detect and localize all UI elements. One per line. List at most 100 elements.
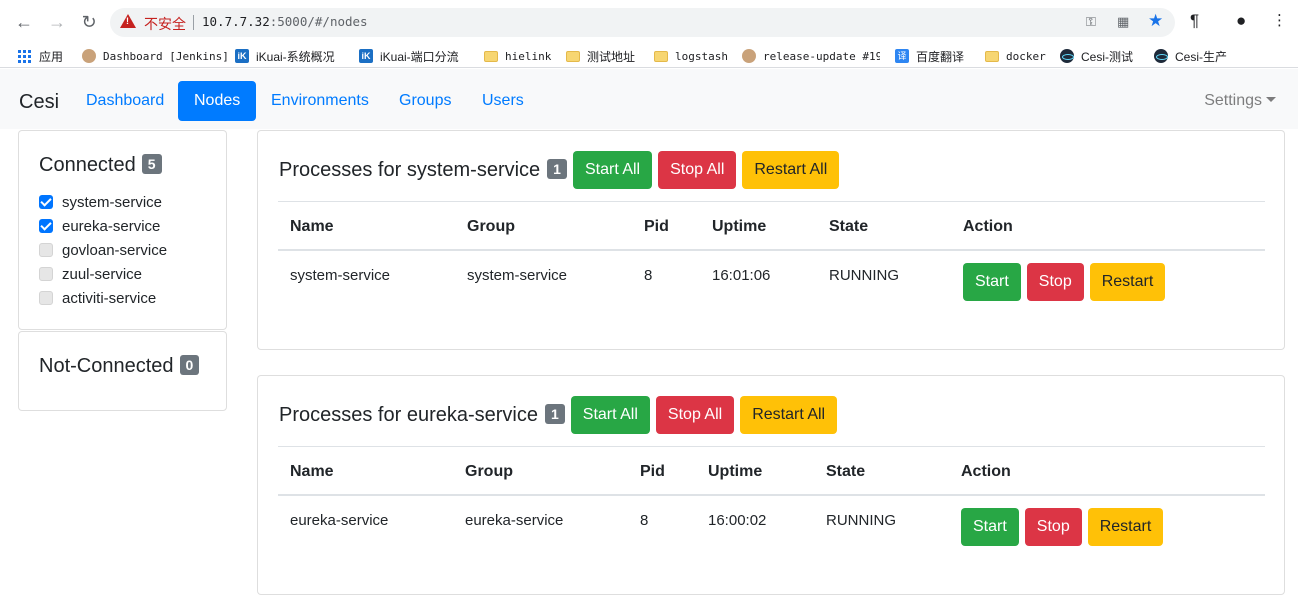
- column-header-group: Group: [467, 218, 515, 235]
- bookmarks-bar: 应用 Dashboard [Jenkins] iK iKuai-系统概况 iK …: [0, 44, 1298, 68]
- bookmark-star-icon[interactable]: ★: [1148, 11, 1163, 31]
- restart-button[interactable]: Restart: [1089, 263, 1166, 301]
- restart-all-button[interactable]: Restart All: [740, 396, 838, 434]
- checkbox-checked[interactable]: [39, 195, 53, 209]
- stop-all-button[interactable]: Stop All: [658, 151, 737, 189]
- bookmark-ikuai-overview[interactable]: iK iKuai-系统概况: [235, 47, 335, 65]
- bookmark-label: docker: [1006, 49, 1046, 63]
- process-card-title: Processes for system-service 1: [279, 158, 573, 182]
- cell-state: RUNNING: [829, 267, 899, 284]
- start-button[interactable]: Start: [961, 508, 1019, 546]
- column-header-state: State: [829, 218, 869, 235]
- column-header-pid: Pid: [640, 463, 665, 480]
- bookmark-cesi-test[interactable]: Cesi-测试: [1060, 47, 1133, 65]
- nav-users[interactable]: Users: [466, 81, 540, 121]
- bookmark-hielink[interactable]: hielink: [484, 47, 551, 65]
- column-header-state: State: [826, 463, 866, 480]
- connected-title: Connected: [39, 154, 136, 176]
- jenkins-avatar-icon: [742, 49, 756, 63]
- column-header-name: Name: [290, 218, 334, 235]
- bookmark-logstash[interactable]: logstash: [654, 47, 728, 65]
- brand-logo[interactable]: Cesi: [19, 91, 59, 114]
- node-checkbox-row[interactable]: activiti-service: [39, 287, 156, 309]
- node-label: eureka-service: [62, 217, 161, 235]
- url-text[interactable]: 10.7.7.32:5000/#/nodes: [202, 14, 368, 29]
- checkbox-unchecked[interactable]: [39, 267, 53, 281]
- node-checkbox-row[interactable]: govloan-service: [39, 239, 167, 261]
- node-checkbox-row[interactable]: eureka-service: [39, 215, 160, 237]
- restart-all-button[interactable]: Restart All: [742, 151, 840, 189]
- checkbox-checked[interactable]: [39, 219, 53, 233]
- ikuai-icon: iK: [235, 49, 249, 63]
- translate-icon: 译: [895, 49, 909, 63]
- process-card-system-service: Processes for system-service 1 Start All …: [257, 130, 1285, 350]
- stop-button[interactable]: Stop: [1024, 508, 1082, 546]
- node-label: activiti-service: [62, 289, 157, 307]
- restart-button[interactable]: Restart: [1087, 508, 1164, 546]
- profile-icon[interactable]: ●: [1236, 11, 1246, 31]
- jenkins-avatar-icon: [82, 49, 96, 63]
- bookmark-cesi-prod[interactable]: Cesi-生产: [1154, 47, 1227, 65]
- cell-pid: 8: [640, 512, 649, 529]
- nav-dashboard[interactable]: Dashboard: [70, 81, 180, 121]
- node-checkbox-row[interactable]: zuul-service: [39, 263, 142, 285]
- row-actions: Start Stop Restart: [963, 263, 1171, 301]
- bookmark-label: Dashboard [Jenkins]: [103, 49, 229, 63]
- bookmark-jenkins[interactable]: Dashboard [Jenkins]: [82, 47, 229, 65]
- nav-groups[interactable]: Groups: [383, 81, 467, 121]
- bookmark-release-update[interactable]: release-update #192: [742, 47, 880, 65]
- table-row: system-service system-service 8 16:01:06…: [278, 251, 1265, 311]
- checkbox-unchecked[interactable]: [39, 291, 53, 305]
- cell-name: eureka-service: [290, 512, 389, 529]
- node-checkbox-row[interactable]: system-service: [39, 191, 162, 213]
- bookmark-ikuai-ports[interactable]: iK iKuai-端口分流: [359, 47, 459, 65]
- column-header-uptime: Uptime: [712, 218, 767, 235]
- bookmark-label: logstash: [675, 49, 728, 63]
- key-icon[interactable]: ⚿: [1086, 14, 1096, 30]
- bookmark-test-address[interactable]: 测试地址: [566, 47, 635, 65]
- node-label: govloan-service: [62, 241, 168, 259]
- bookmark-docker[interactable]: docker: [985, 47, 1046, 65]
- bookmark-baidu-translate[interactable]: 译 百度翻译: [895, 47, 964, 65]
- process-card-header: Processes for system-service 1 Start All …: [279, 151, 845, 189]
- divider: [193, 15, 194, 30]
- caret-down-icon: [1266, 97, 1276, 102]
- bookmark-label: Cesi-生产: [1175, 49, 1228, 64]
- process-table: Name Group Pid Uptime State Action eurek…: [278, 446, 1265, 556]
- extension-icon[interactable]: ¶: [1190, 11, 1199, 31]
- nav-nodes[interactable]: Nodes: [178, 81, 257, 121]
- folder-icon: [654, 50, 668, 62]
- forward-arrow-icon[interactable]: →: [45, 10, 69, 34]
- menu-dots-icon[interactable]: ⋮: [1272, 11, 1287, 29]
- react-icon: [1154, 49, 1168, 63]
- cell-uptime: 16:01:06: [712, 267, 771, 284]
- nav-environments[interactable]: Environments: [255, 81, 385, 121]
- reload-icon[interactable]: ↻: [77, 10, 101, 34]
- column-header-uptime: Uptime: [708, 463, 763, 480]
- cell-uptime: 16:00:02: [708, 512, 767, 529]
- not-connected-count-badge: 0: [179, 355, 200, 375]
- checkbox-unchecked[interactable]: [39, 243, 53, 257]
- process-table: Name Group Pid Uptime State Action syste…: [278, 201, 1265, 311]
- process-title-text: Processes for eureka-service: [279, 403, 538, 426]
- folder-icon: [985, 50, 999, 62]
- settings-dropdown[interactable]: Settings: [1204, 81, 1276, 121]
- not-connected-card: Not-Connected 0: [18, 331, 227, 411]
- column-header-name: Name: [290, 463, 334, 480]
- bookmark-label: Cesi-测试: [1081, 49, 1134, 64]
- stop-button[interactable]: Stop: [1026, 263, 1084, 301]
- column-header-group: Group: [465, 463, 513, 480]
- settings-label: Settings: [1204, 92, 1262, 109]
- back-arrow-icon[interactable]: ←: [12, 10, 36, 34]
- bookmark-apps[interactable]: 应用: [18, 47, 63, 65]
- start-button[interactable]: Start: [963, 263, 1021, 301]
- bookmark-label: iKuai-系统概况: [256, 49, 335, 64]
- folder-icon: [484, 50, 498, 62]
- security-label: 不安全: [144, 16, 186, 32]
- address-bar[interactable]: ! 不安全 10.7.7.32:5000/#/nodes ⚿ ▦ ★: [110, 8, 1175, 37]
- stop-all-button[interactable]: Stop All: [655, 396, 735, 434]
- not-connected-heading: Not-Connected 0: [39, 355, 200, 378]
- start-all-button[interactable]: Start All: [570, 396, 650, 434]
- translate-page-icon[interactable]: ▦: [1117, 14, 1129, 30]
- start-all-button[interactable]: Start All: [572, 151, 653, 189]
